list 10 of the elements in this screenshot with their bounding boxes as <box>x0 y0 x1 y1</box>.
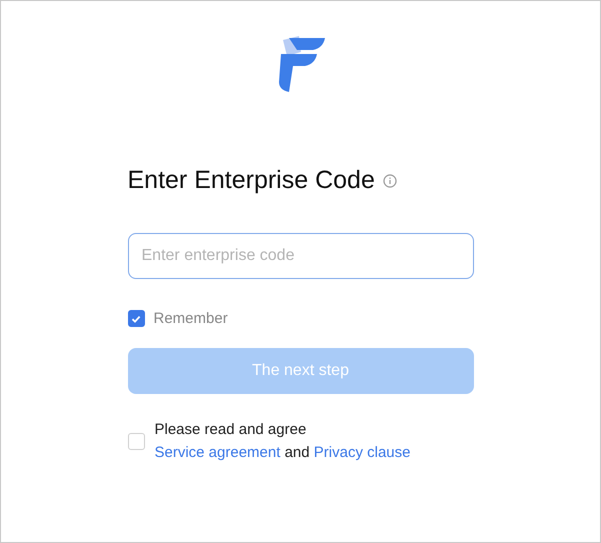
code-field[interactable]: Enter enterprise code <box>128 233 474 279</box>
service-agreement-link[interactable]: Service agreement <box>154 444 280 461</box>
info-icon[interactable] <box>382 174 397 188</box>
agreement-links: Service agreement and Privacy clause <box>154 444 410 461</box>
agreement-prompt: Please read and agree <box>154 421 308 438</box>
privacy-clause-link[interactable]: Privacy clause <box>314 444 410 461</box>
remember-checkbox[interactable] <box>128 310 144 327</box>
agreement-checkbox[interactable] <box>128 432 144 450</box>
page-title: Enter Enterprise Code <box>128 166 375 195</box>
remember-label: Remember <box>154 310 228 327</box>
